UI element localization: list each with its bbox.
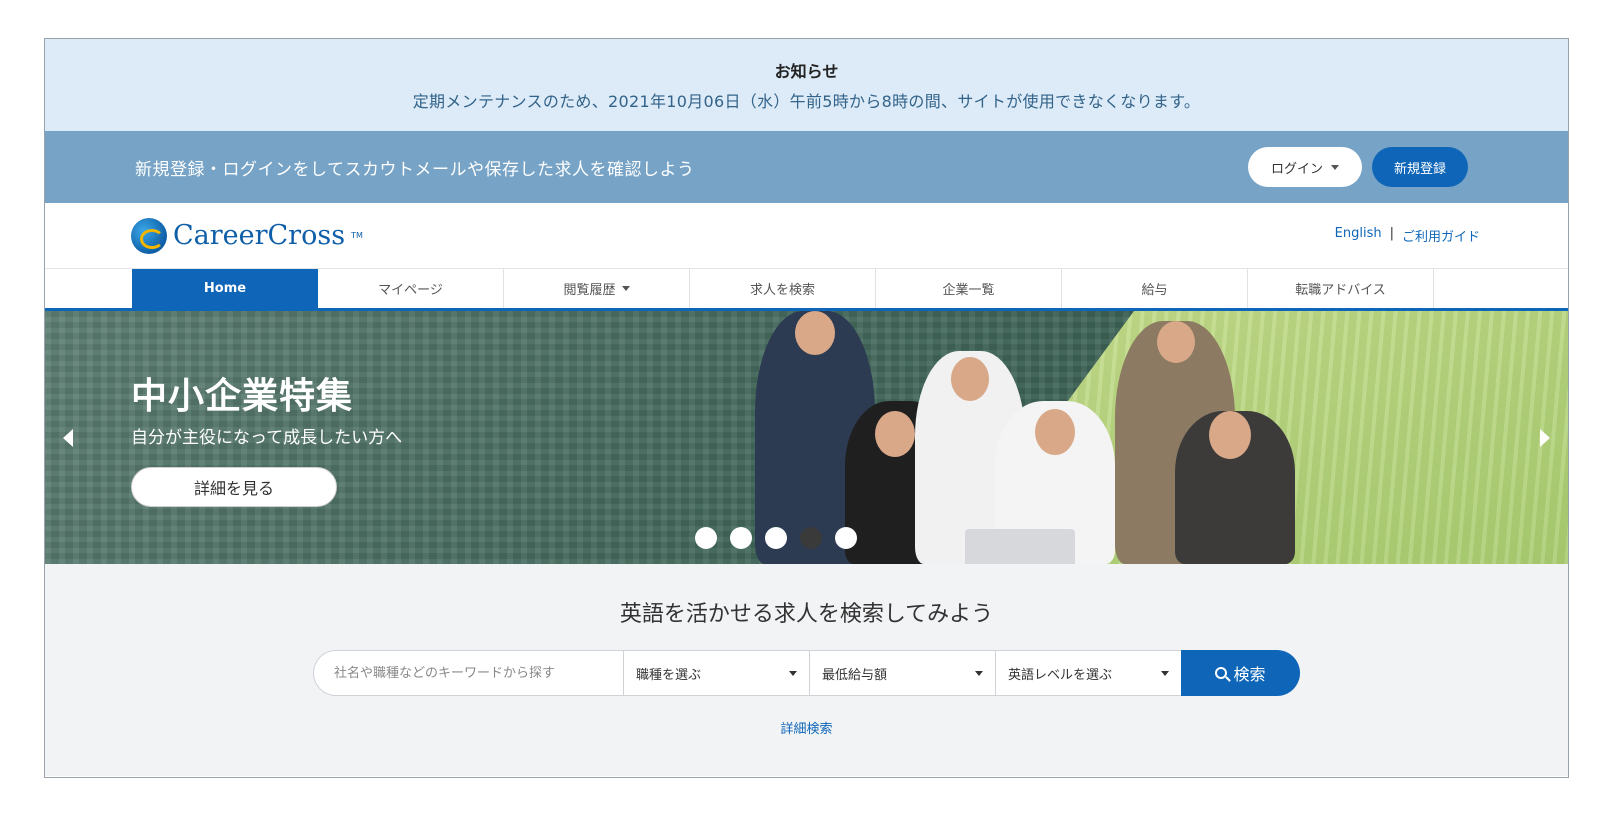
chevron-down-icon [621, 286, 630, 291]
english-link[interactable]: English [1335, 226, 1382, 245]
hero-details-button[interactable]: 詳細を見る [131, 467, 337, 507]
search-title: 英語を活かせる求人を検索してみよう [619, 602, 994, 627]
english-level-select-value: 英語レベルを選ぶ [1008, 667, 1113, 683]
nav-item-label: マイページ [378, 283, 443, 298]
header-links: English | ご利用ガイド [1335, 226, 1480, 245]
logo-mark-icon [131, 217, 167, 254]
nav-item-label: 企業一覧 [942, 283, 995, 298]
carousel-dot-2[interactable] [730, 527, 752, 549]
carousel-dot-3[interactable] [765, 527, 787, 549]
nav-item-job-search[interactable]: 求人を検索 [690, 269, 876, 308]
chevron-down-icon [1331, 164, 1339, 170]
carousel-next-icon[interactable] [1540, 429, 1550, 447]
notice-text: 定期メンテナンスのため、2021年10月06日（水）午前5時から8時の間、サイト… [412, 92, 1201, 111]
min-salary-select[interactable]: 最低給与額 [809, 650, 995, 696]
nav-item-label: 閲覧履歴 [563, 283, 616, 298]
logo-trademark: TM [351, 231, 363, 240]
job-category-select[interactable]: 職種を選ぶ [623, 650, 809, 696]
nav-item-label: 給与 [1141, 283, 1168, 298]
nav-item-salary[interactable]: 給与 [1062, 269, 1248, 308]
hero-title: 中小企業特集 [131, 376, 354, 417]
carousel-prev-icon[interactable] [63, 429, 73, 447]
search-button-label: 検索 [1233, 667, 1266, 684]
main-nav: Home マイページ 閲覧履歴 求人を検索 企業一覧 給与 転職アドバイス [45, 269, 1568, 311]
chevron-down-icon [975, 670, 983, 676]
login-bar: 新規登録・ログインをしてスカウトメールや保存した求人を確認しよう ログイン 新規… [45, 131, 1568, 203]
page-frame: お知らせ 定期メンテナンスのため、2021年10月06日（水）午前5時から8時の… [44, 38, 1569, 778]
login-button-label: ログイン [1270, 160, 1323, 176]
search-button[interactable]: 検索 [1181, 650, 1300, 696]
guide-link[interactable]: ご利用ガイド [1402, 226, 1480, 245]
carousel-dots [695, 527, 857, 549]
search-icon [1215, 667, 1228, 679]
hero-subtitle: 自分が主役になって成長したい方へ [131, 428, 403, 448]
nav-item-companies[interactable]: 企業一覧 [876, 269, 1062, 308]
advanced-search-link[interactable]: 詳細検索 [780, 718, 832, 737]
job-category-select-value: 職種を選ぶ [636, 667, 702, 683]
site-header: CareerCross TM English | ご利用ガイド [45, 203, 1568, 269]
nav-item-mypage[interactable]: マイページ [318, 269, 504, 308]
search-section: 英語を活かせる求人を検索してみよう 職種を選ぶ 最低給与額 英語レベルを選ぶ 検… [45, 564, 1568, 776]
login-bar-message: 新規登録・ログインをしてスカウトメールや保存した求人を確認しよう [135, 159, 695, 180]
carousel-dot-1[interactable] [695, 527, 717, 549]
nav-item-history[interactable]: 閲覧履歴 [504, 269, 690, 308]
notice-banner: お知らせ 定期メンテナンスのため、2021年10月06日（水）午前5時から8時の… [45, 39, 1568, 131]
min-salary-select-value: 最低給与額 [822, 667, 888, 683]
logo[interactable]: CareerCross TM [131, 217, 363, 254]
chevron-down-icon [789, 670, 797, 676]
search-form: 職種を選ぶ 最低給与額 英語レベルを選ぶ 検索 [313, 650, 1300, 696]
nav-item-label: Home [203, 281, 247, 296]
keyword-search-input[interactable] [313, 650, 623, 696]
notice-title: お知らせ [774, 62, 839, 81]
logo-text: CareerCross [173, 220, 346, 251]
nav-item-label: 転職アドバイス [1295, 283, 1386, 298]
login-bar-actions: ログイン 新規登録 [1248, 147, 1468, 187]
english-level-select[interactable]: 英語レベルを選ぶ [995, 650, 1181, 696]
nav-item-career-advice[interactable]: 転職アドバイス [1248, 269, 1434, 308]
carousel-dot-5[interactable] [835, 527, 857, 549]
nav-item-label: 求人を検索 [749, 283, 815, 298]
carousel-dot-4[interactable] [800, 527, 822, 549]
register-button[interactable]: 新規登録 [1372, 147, 1468, 187]
nav-item-home[interactable]: Home [132, 269, 318, 308]
hero-carousel: 中小企業特集 自分が主役になって成長したい方へ 詳細を見る [45, 311, 1568, 564]
login-button[interactable]: ログイン [1248, 147, 1362, 187]
chevron-down-icon [1161, 670, 1169, 676]
header-link-separator: | [1389, 226, 1394, 241]
